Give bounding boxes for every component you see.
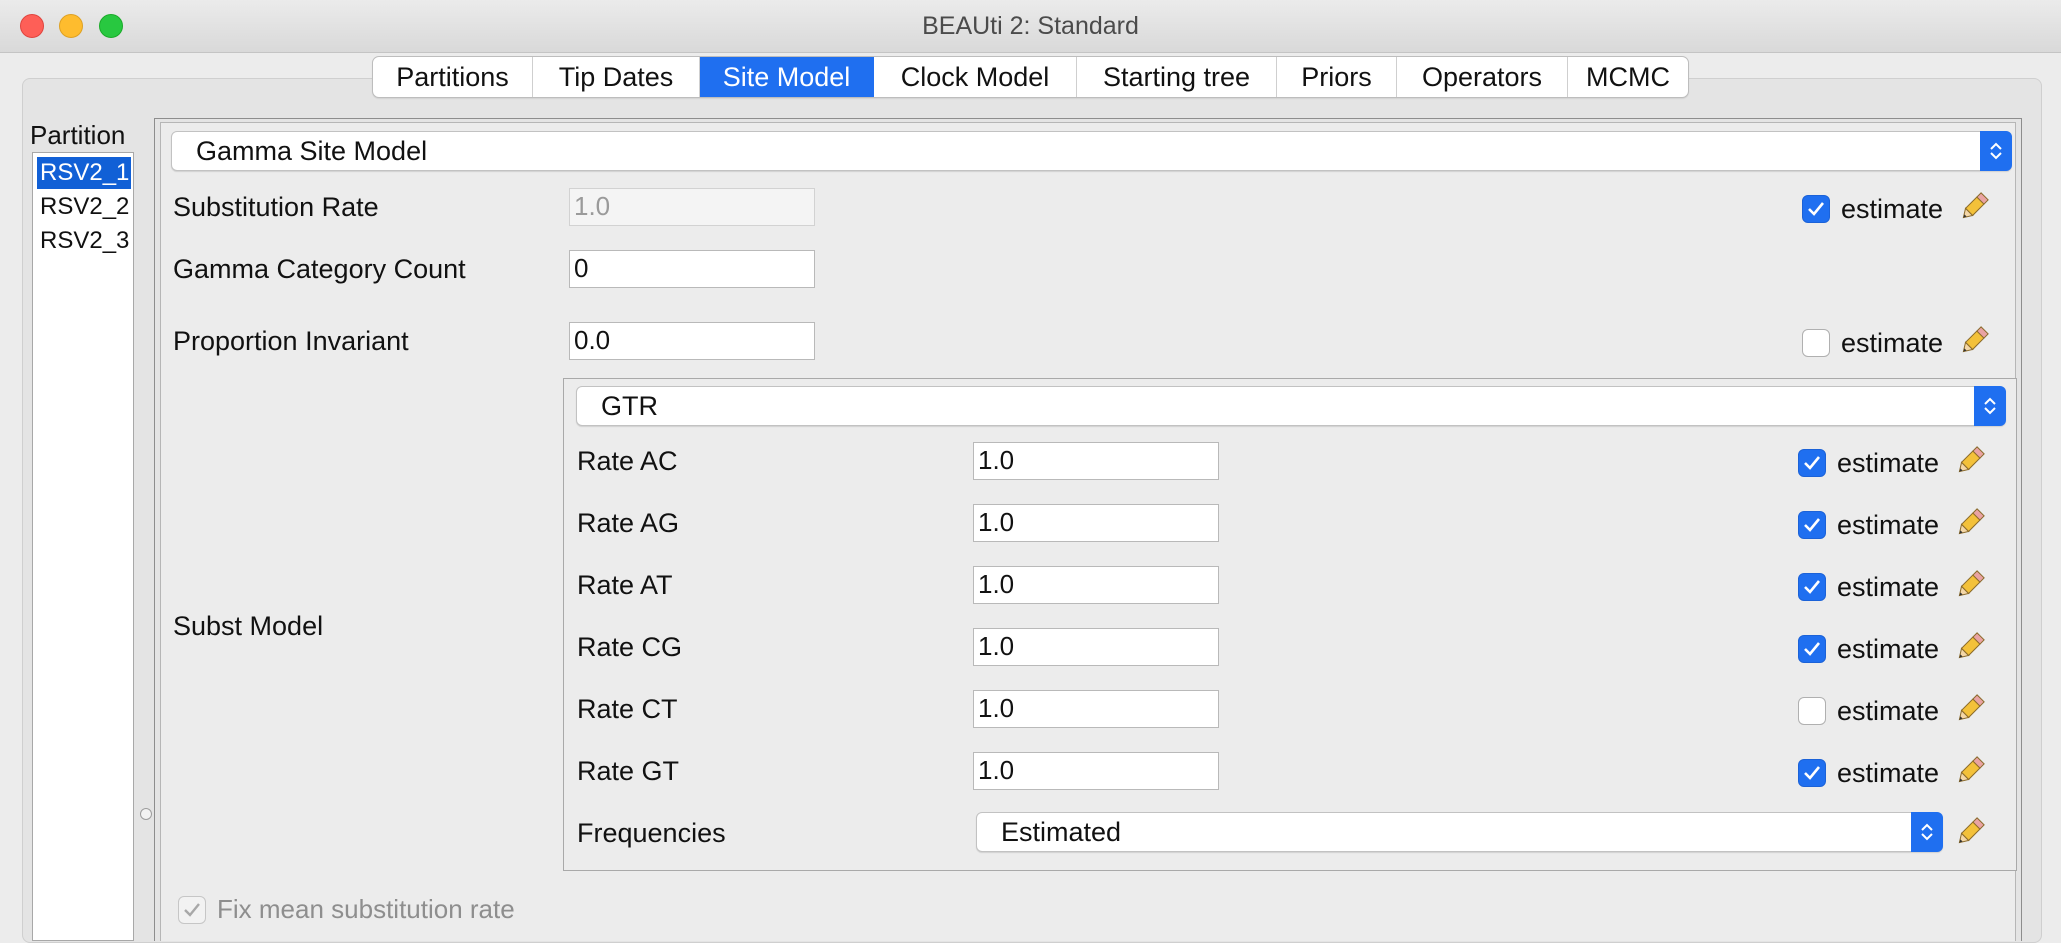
substitution-rate-field[interactable]: 1.0 [569, 188, 815, 226]
site-model-select[interactable]: Gamma Site Model [171, 131, 2012, 171]
rate-cg-estimate-label: estimate [1837, 634, 1940, 664]
partition-list[interactable]: RSV2_1 RSV2_2 RSV2_3 [32, 152, 134, 941]
tab-tip-dates[interactable]: Tip Dates [533, 57, 700, 97]
window-title: BEAUti 2: Standard [922, 12, 1139, 40]
pencil-icon[interactable] [1957, 324, 1991, 358]
rate-at-estimate-label: estimate [1837, 572, 1940, 602]
subst-model-select-value: GTR [601, 391, 658, 421]
pencil-icon[interactable] [1953, 692, 1987, 726]
checkmark-icon [1804, 766, 1821, 780]
pencil-icon[interactable] [1953, 506, 1987, 540]
proportion-invariant-estimate-label: estimate [1841, 328, 1944, 358]
rate-at-label: Rate AT [577, 570, 673, 600]
checkmark-icon [1804, 642, 1821, 656]
pencil-icon[interactable] [1957, 190, 1991, 224]
fix-mean-substitution-rate-checkbox[interactable] [178, 896, 206, 924]
gamma-category-count-field[interactable]: 0 [569, 250, 815, 288]
tab-partitions[interactable]: Partitions [373, 57, 533, 97]
tab-site-model[interactable]: Site Model [700, 57, 874, 97]
proportion-invariant-estimate-checkbox[interactable] [1802, 329, 1830, 357]
pencil-icon[interactable] [1953, 444, 1987, 478]
rate-ac-field[interactable]: 1.0 [973, 442, 1219, 480]
tab-clock-model[interactable]: Clock Model [874, 57, 1077, 97]
pencil-icon[interactable] [1953, 754, 1987, 788]
rate-ag-estimate-checkbox[interactable] [1798, 511, 1826, 539]
partition-item-rsv2-1[interactable]: RSV2_1 [37, 157, 131, 189]
checkmark-icon [1804, 456, 1821, 470]
partition-item-rsv2-3[interactable]: RSV2_3 [37, 225, 131, 257]
substitution-rate-estimate-checkbox[interactable] [1802, 195, 1830, 223]
rate-cg-estimate-checkbox[interactable] [1798, 635, 1826, 663]
rate-ag-label: Rate AG [577, 508, 680, 538]
substitution-rate-label: Substitution Rate [173, 192, 379, 222]
fix-mean-substitution-rate-label: Fix mean substitution rate [217, 894, 515, 924]
checkmark-icon [184, 903, 200, 917]
rate-gt-estimate-checkbox[interactable] [1798, 759, 1826, 787]
rate-ac-label: Rate AC [577, 446, 678, 476]
rate-ag-estimate-label: estimate [1837, 510, 1940, 540]
gamma-category-count-label: Gamma Category Count [173, 254, 466, 284]
tab-mcmc[interactable]: MCMC [1568, 57, 1688, 97]
rate-at-field[interactable]: 1.0 [973, 566, 1219, 604]
tab-operators[interactable]: Operators [1397, 57, 1568, 97]
pencil-icon[interactable] [1953, 630, 1987, 664]
rate-ac-estimate-label: estimate [1837, 448, 1940, 478]
rate-ct-field[interactable]: 1.0 [973, 690, 1219, 728]
checkmark-icon [1804, 580, 1821, 594]
substitution-rate-estimate-label: estimate [1841, 194, 1944, 224]
rate-gt-field[interactable]: 1.0 [973, 752, 1219, 790]
proportion-invariant-field[interactable]: 0.0 [569, 322, 815, 360]
frequencies-select[interactable]: Estimated [976, 812, 1943, 852]
rate-gt-estimate-label: estimate [1837, 758, 1940, 788]
rate-ac-estimate-checkbox[interactable] [1798, 449, 1826, 477]
pencil-icon[interactable] [1953, 815, 1987, 849]
subst-model-label: Subst Model [173, 611, 324, 641]
combo-arrows-icon [1980, 131, 2012, 171]
rate-at-estimate-checkbox[interactable] [1798, 573, 1826, 601]
combo-arrows-icon [1911, 812, 1943, 852]
rate-ct-label: Rate CT [577, 694, 678, 724]
rate-ag-field[interactable]: 1.0 [973, 504, 1219, 542]
pencil-icon[interactable] [1953, 568, 1987, 602]
tab-priors[interactable]: Priors [1277, 57, 1397, 97]
partition-header: Partition [30, 120, 126, 150]
checkmark-icon [1808, 202, 1825, 216]
split-pane-handle[interactable] [140, 808, 152, 820]
frequencies-select-value: Estimated [1001, 817, 1122, 847]
tab-starting-tree[interactable]: Starting tree [1077, 57, 1277, 97]
rate-ct-estimate-label: estimate [1837, 696, 1940, 726]
subst-model-select[interactable]: GTR [576, 386, 2006, 426]
site-model-select-value: Gamma Site Model [196, 136, 428, 166]
tab-bar: Partitions Tip Dates Site Model Clock Mo… [372, 56, 1689, 98]
rate-ct-estimate-checkbox[interactable] [1798, 697, 1826, 725]
combo-arrows-icon [1974, 386, 2006, 426]
rate-cg-field[interactable]: 1.0 [973, 628, 1219, 666]
frequencies-label: Frequencies [577, 818, 726, 848]
rate-cg-label: Rate CG [577, 632, 683, 662]
partition-item-rsv2-2[interactable]: RSV2_2 [37, 191, 131, 223]
proportion-invariant-label: Proportion Invariant [173, 326, 409, 356]
checkmark-icon [1804, 518, 1821, 532]
rate-gt-label: Rate GT [577, 756, 680, 786]
